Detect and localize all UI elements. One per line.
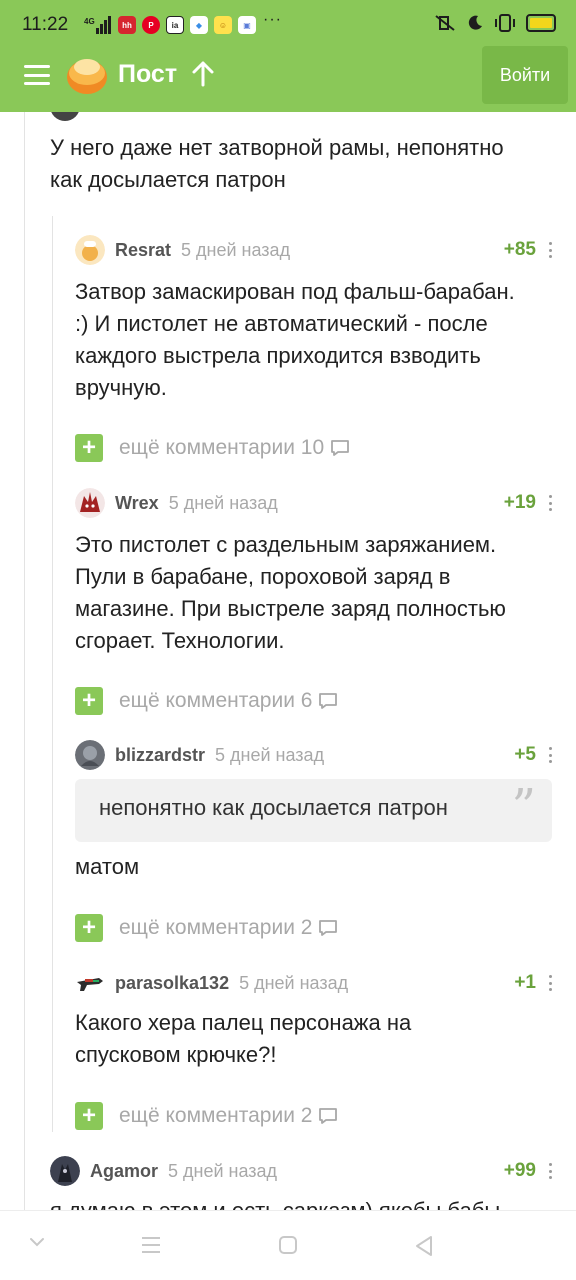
comment-bubble-icon — [319, 920, 338, 936]
more-comments-button[interactable]: + ещё комментарии 2 — [75, 914, 338, 942]
comment-time: 5 дней назад — [239, 972, 349, 993]
avatar[interactable] — [50, 1156, 80, 1186]
plus-icon: + — [75, 1102, 103, 1130]
comment-header: Wrex 5 дней назад — [75, 488, 278, 518]
notification-icons: hh P ia ◆ ☺ ▣ — [118, 16, 256, 34]
battery-icon — [526, 14, 556, 32]
app-bar: Пост Войти — [0, 46, 576, 108]
status-time: 11:22 — [22, 14, 69, 35]
comment-bubble-icon — [331, 440, 350, 456]
comment-time: 5 дней назад — [168, 1160, 278, 1181]
comment-time: 5 дней назад — [215, 744, 325, 765]
status-right-icons — [434, 14, 556, 32]
author-name[interactable]: Agamor — [90, 1161, 158, 1182]
home-icon[interactable] — [278, 1235, 298, 1255]
comment-text: я думаю в этом и есть сарказм) якобы баб… — [50, 1198, 500, 1210]
chevron-down-icon[interactable] — [28, 1235, 46, 1249]
comment-text: матом — [75, 854, 140, 879]
quote-block: непонятно как досылается патрон ” — [75, 779, 552, 842]
scroll-top-icon[interactable] — [190, 60, 216, 88]
status-bar: 11:22 4G hh P ia ◆ ☺ ▣ ··· — [0, 0, 576, 46]
chat-app-icon: ▣ — [238, 16, 256, 34]
quote-mark-icon: ” — [511, 779, 536, 835]
comment-rating: +5 — [514, 744, 536, 765]
more-options-icon[interactable] — [549, 495, 553, 511]
page-title: Пост — [118, 60, 178, 88]
cat-app-icon: ☺ — [214, 16, 232, 34]
app-header: 11:22 4G hh P ia ◆ ☺ ▣ ··· Пост Войти — [0, 0, 576, 112]
thread-line — [52, 216, 53, 1132]
menu-icon[interactable] — [24, 65, 50, 85]
comments-feed: У него даже нет затворной рамы, непонятн… — [0, 112, 576, 1210]
avatar[interactable] — [75, 740, 105, 770]
vibrate-mute-icon — [435, 15, 455, 31]
author-name[interactable]: Resrat — [115, 240, 171, 261]
comment-time: 5 дней назад — [181, 239, 291, 260]
comment-rating: +85 — [503, 239, 536, 260]
comment-rating: +19 — [503, 492, 536, 513]
login-button[interactable]: Войти — [482, 46, 568, 104]
comment-text: Это пистолет с раздельным заряжанием. Пу… — [75, 532, 506, 653]
avatar — [50, 112, 80, 121]
plus-icon: + — [75, 434, 103, 462]
author-name[interactable]: Wrex — [115, 493, 159, 514]
comment-header: blizzardstr 5 дней назад — [75, 740, 324, 770]
svg-text:4G: 4G — [84, 17, 95, 26]
recent-apps-icon[interactable] — [140, 1235, 162, 1255]
avatar[interactable] — [75, 968, 105, 998]
plus-icon: + — [75, 914, 103, 942]
more-comments-button[interactable]: + ещё комментарии 2 — [75, 1102, 338, 1130]
vibrate-icon — [495, 14, 515, 32]
author-name[interactable]: parasolka132 — [115, 973, 229, 994]
pinterest-icon: P — [142, 16, 160, 34]
more-options-icon[interactable] — [549, 1163, 553, 1179]
more-comments-button[interactable]: + ещё комментарии 10 — [75, 434, 350, 462]
author-name[interactable]: blizzardstr — [115, 745, 205, 766]
comment-header: Resrat 5 дней назад — [75, 235, 290, 265]
back-icon[interactable] — [414, 1235, 434, 1257]
comment-bubble-icon — [319, 693, 338, 709]
avatar[interactable] — [75, 235, 105, 265]
comment-text: Затвор замаскирован под фальш-барабан. :… — [75, 279, 515, 400]
system-nav-bar — [0, 1210, 576, 1280]
more-options-icon[interactable] — [549, 242, 553, 258]
comment-rating: +99 — [503, 1160, 536, 1181]
comment-header-partial — [50, 112, 80, 121]
more-notifications-icon: ··· — [263, 11, 282, 28]
more-options-icon[interactable] — [549, 975, 553, 991]
hh-app-icon: hh — [118, 16, 136, 34]
comment-header: parasolka132 5 дней назад — [75, 968, 348, 998]
comment-rating: +1 — [514, 972, 536, 993]
ia-app-icon: ia — [166, 16, 184, 34]
logo-icon[interactable] — [64, 51, 110, 97]
more-comments-button[interactable]: + ещё комментарии 6 — [75, 687, 338, 715]
comment-text: Какого хера палец персонажа на спусковом… — [75, 1010, 412, 1067]
thread-line — [24, 112, 25, 1210]
signal-icon: 4G — [84, 16, 111, 34]
comment-header: Agamor 5 дней назад — [50, 1156, 277, 1186]
quote-text: непонятно как досылается патрон — [99, 795, 448, 820]
diamond-app-icon: ◆ — [190, 16, 208, 34]
more-options-icon[interactable] — [549, 747, 553, 763]
avatar[interactable] — [75, 488, 105, 518]
comment-text: У него даже нет затворной рамы, непонятн… — [50, 135, 504, 192]
comment-bubble-icon — [319, 1108, 338, 1124]
moon-icon — [468, 15, 482, 30]
plus-icon: + — [75, 687, 103, 715]
comment-time: 5 дней назад — [168, 492, 278, 513]
